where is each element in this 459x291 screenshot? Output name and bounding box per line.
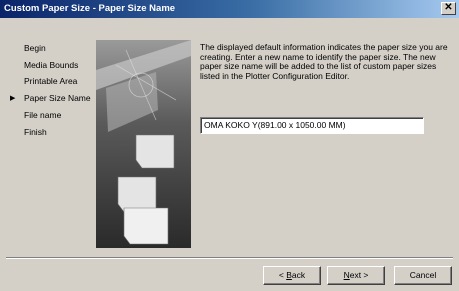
window-title: Custom Paper Size - Paper Size Name xyxy=(4,3,176,14)
step-paper-size-name: Paper Size Name xyxy=(24,93,91,103)
close-icon: ✕ xyxy=(444,2,453,13)
step-printable-area: Printable Area xyxy=(24,76,78,86)
button-divider xyxy=(6,257,453,259)
custom-paper-size-dialog: Custom Paper Size - Paper Size Name ✕ Be… xyxy=(0,0,459,291)
back-button[interactable]: < Back xyxy=(263,266,321,285)
next-button-label: ext > xyxy=(349,270,369,280)
plotter-illustration xyxy=(96,40,191,248)
paper-size-name-input[interactable]: OMA KOKO Y(891.00 x 1050.00 MM) xyxy=(200,117,424,134)
plotter-and-paper-sheets-image xyxy=(96,40,191,245)
step-media-bounds: Media Bounds xyxy=(24,60,79,70)
instruction-text: The displayed default information indica… xyxy=(200,42,448,81)
step-finish: Finish xyxy=(24,127,47,137)
title-bar: Custom Paper Size - Paper Size Name ✕ xyxy=(0,0,459,18)
step-begin: Begin xyxy=(24,43,46,53)
current-step-arrow-icon: ▶ xyxy=(10,95,16,102)
close-button[interactable]: ✕ xyxy=(441,2,456,15)
step-file-name: File name xyxy=(24,110,62,120)
next-button[interactable]: Next > xyxy=(327,266,385,285)
back-button-label: ack xyxy=(291,270,306,280)
cancel-button[interactable]: Cancel xyxy=(394,266,452,285)
